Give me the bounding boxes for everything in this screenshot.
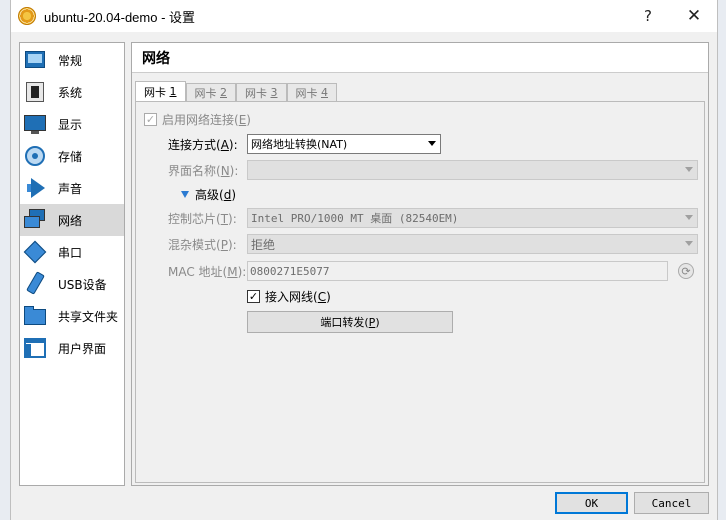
cable-connected-label: 接入网线(C)	[265, 290, 331, 304]
attached-to-label: 连接方式(A):	[168, 138, 238, 152]
enable-adapter-row[interactable]: ✓ 启用网络连接(E)	[144, 111, 251, 128]
settings-content: 网络 网卡 1 网卡 2 网卡 3 网卡 4 ✓ 启用网络连接(E) 连接方式(…	[131, 42, 709, 486]
adapter-type-label: 控制芯片(T):	[168, 212, 237, 226]
adapter-panel: ✓ 启用网络连接(E) 连接方式(A): 网络地址转换(NAT) 界面名称(N)…	[135, 101, 705, 483]
audio-icon	[23, 176, 47, 200]
attached-to-select[interactable]: 网络地址转换(NAT)	[247, 134, 441, 154]
expand-triangle-icon	[181, 191, 189, 198]
storage-icon	[23, 144, 47, 168]
sidebar-item-storage[interactable]: 存储	[20, 140, 124, 172]
sidebar-item-general[interactable]: 常规	[20, 44, 124, 76]
virtualbox-app-icon	[18, 7, 36, 25]
sidebar-item-system[interactable]: 系统	[20, 76, 124, 108]
help-button[interactable]: ?	[625, 0, 671, 32]
chevron-down-icon	[685, 241, 693, 246]
usb-icon	[23, 271, 47, 296]
settings-dialog: ubuntu-20.04-demo - 设置 ? ✕ 常规 系统 显示 存储 声…	[10, 0, 718, 520]
mac-address-field[interactable]: 0800271E5077	[247, 261, 668, 281]
sidebar-item-user-interface[interactable]: 用户界面	[20, 332, 124, 364]
sidebar-item-audio[interactable]: 声音	[20, 172, 124, 204]
adapter-type-select[interactable]: Intel PRO/1000 MT 桌面 (82540EM)	[247, 208, 698, 228]
cable-connected-row[interactable]: ✓ 接入网线(C)	[247, 288, 331, 305]
display-icon	[23, 112, 47, 136]
sidebar-item-serial-port[interactable]: 串口	[20, 236, 124, 268]
enable-adapter-checkbox[interactable]: ✓	[144, 113, 157, 126]
promiscuous-mode-select[interactable]: 拒绝	[247, 234, 698, 254]
sidebar-item-usb[interactable]: USB设备	[20, 268, 124, 300]
tab-adapter-1[interactable]: 网卡 1	[135, 81, 186, 101]
settings-sidebar: 常规 系统 显示 存储 声音 网络 串口 USB设备 共享文件夹 用户界面	[19, 42, 125, 486]
sidebar-item-shared-folders[interactable]: 共享文件夹	[20, 300, 124, 332]
user-interface-icon	[23, 336, 47, 360]
promiscuous-mode-label: 混杂模式(P):	[168, 238, 237, 252]
chevron-down-icon	[428, 141, 436, 146]
sidebar-item-display[interactable]: 显示	[20, 108, 124, 140]
advanced-toggle[interactable]: 高级(d)	[181, 186, 236, 203]
chevron-down-icon	[685, 215, 693, 220]
adapter-tabs: 网卡 1 网卡 2 网卡 3 网卡 4	[135, 81, 337, 101]
shared-folder-icon	[23, 304, 47, 328]
port-forwarding-button[interactable]: 端口转发(P)	[247, 311, 453, 333]
title-bar: ubuntu-20.04-demo - 设置 ? ✕	[11, 0, 717, 32]
name-label: 界面名称(N):	[168, 164, 239, 178]
page-title: 网络	[132, 43, 708, 73]
name-select[interactable]	[247, 160, 698, 180]
tab-adapter-4[interactable]: 网卡 4	[286, 83, 337, 101]
serial-port-icon	[23, 240, 47, 264]
window-title: ubuntu-20.04-demo - 设置	[44, 9, 196, 25]
general-icon	[23, 48, 47, 72]
network-icon	[23, 208, 47, 232]
chevron-down-icon	[685, 167, 693, 172]
tab-adapter-3[interactable]: 网卡 3	[236, 83, 287, 101]
refresh-mac-icon[interactable]: ⟳	[678, 263, 694, 279]
enable-adapter-label: 启用网络连接(E)	[162, 113, 251, 127]
close-button[interactable]: ✕	[671, 0, 717, 32]
cancel-button[interactable]: Cancel	[634, 492, 709, 514]
system-icon	[23, 80, 47, 104]
sidebar-item-network[interactable]: 网络	[20, 204, 124, 236]
cable-connected-checkbox[interactable]: ✓	[247, 290, 260, 303]
ok-button[interactable]: OK	[555, 492, 628, 514]
tab-adapter-2[interactable]: 网卡 2	[185, 83, 236, 101]
mac-address-label: MAC 地址(M):	[168, 265, 247, 279]
